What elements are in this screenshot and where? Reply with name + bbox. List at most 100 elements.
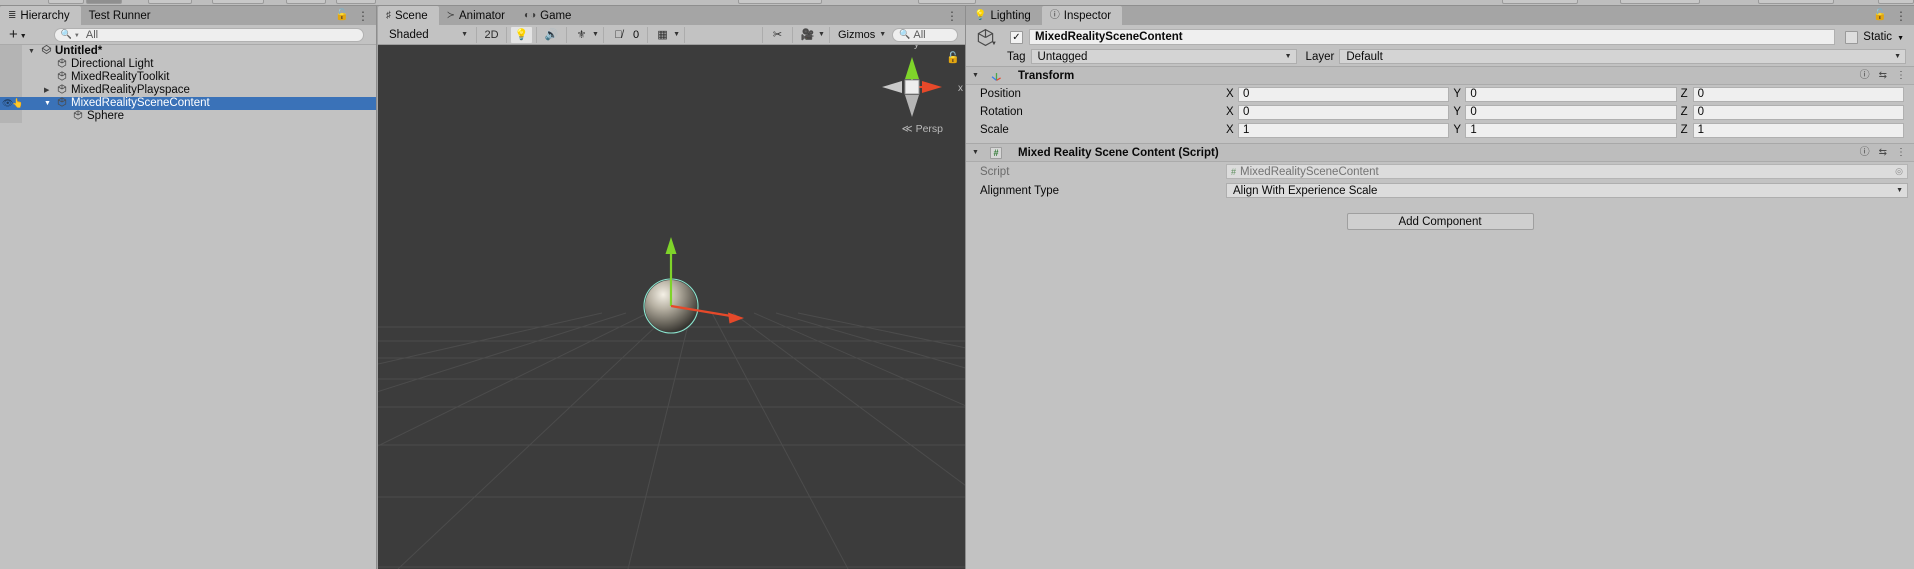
lock-icon[interactable]: 🔓 [946,51,960,64]
preset-icon[interactable]: ⇆ [1879,71,1887,81]
row-visibility-gutter[interactable] [0,58,22,71]
help-icon[interactable]: ⓘ [1860,148,1870,158]
object-name-input[interactable]: MixedRealitySceneContent [1029,29,1835,45]
chevron-down-icon[interactable]: ▼ [1897,35,1904,42]
toggle-2d-button[interactable]: 2D [476,27,506,43]
scale-x-input[interactable]: 1 [1238,123,1449,138]
layer-dropdown[interactable]: Default ▼ [1339,49,1906,64]
tab-scene[interactable]: ♯ Scene [378,6,439,25]
row-visibility-gutter[interactable] [0,71,22,84]
kebab-icon[interactable]: ⋮ [1895,10,1907,22]
perspective-label[interactable]: ≪ Persp [902,123,943,135]
tag-dropdown[interactable]: Untagged ▼ [1031,49,1297,64]
row-visibility-gutter[interactable] [0,45,22,58]
create-button[interactable]: + ▼ [6,27,30,42]
toolbar-button-group-3[interactable] [148,0,192,4]
hand-icon[interactable]: 👆 [12,98,23,109]
toolbar-button-group-9[interactable] [1620,0,1700,4]
rotation-y-input[interactable]: 0 [1465,105,1676,120]
script-label: Script [980,166,1226,178]
preset-icon[interactable]: ⇆ [1879,148,1887,158]
gizmo-cone-x[interactable] [922,81,942,93]
scissors-icon: ✂ [767,27,788,43]
scene-camera-dropdown[interactable]: 🎥 ▼ [792,27,829,43]
hierarchy-row-mixedrealityscenecontent[interactable]: 👁👆▼MixedRealitySceneContent [0,97,376,110]
hierarchy-row-directional-light[interactable]: Directional Light [0,58,376,71]
play-button-group[interactable] [738,0,822,4]
rotation-z-input[interactable]: 0 [1693,105,1904,120]
row-visibility-gutter[interactable] [0,110,22,123]
add-component-button[interactable]: Add Component [1347,213,1534,230]
toolbar-button-group-8[interactable] [1502,0,1578,4]
scene-search-input[interactable]: 🔍 All [892,28,958,42]
kebab-icon[interactable]: ⋮ [357,10,369,22]
toolbar-button-group-2[interactable] [86,0,122,4]
chevron-down-icon[interactable]: ▼ [972,149,986,156]
shading-mode-dropdown[interactable]: Shaded ▼ [380,27,476,43]
tab-hierarchy[interactable]: ≣ Hierarchy [0,6,81,25]
position-z-input[interactable]: 0 [1693,87,1904,102]
tab-lighting[interactable]: 💡 Lighting [966,6,1042,25]
hierarchy-search-input[interactable]: 🔍 ▼ All [54,28,364,42]
scene-fx-dropdown[interactable]: ⚜ ▼ [566,27,603,43]
hierarchy-row-untitled[interactable]: ▼Untitled* [0,45,376,58]
tab-animator[interactable]: ≻ Animator [439,6,516,25]
object-picker-icon[interactable]: ◎ [1895,166,1903,177]
scene-viewport[interactable]: y x ≪ Persp 🔓 [378,45,965,569]
kebab-icon[interactable]: ⋮ [1896,71,1906,81]
lock-icon[interactable]: 🔓 [335,10,349,21]
hidden-objects-toggle[interactable]: 👁̸ 0 [603,27,647,43]
script-object-field[interactable]: # MixedRealitySceneContent ◎ [1226,164,1908,179]
gizmo-cone-negy[interactable] [905,95,919,117]
toolbar-button-group-1[interactable] [48,0,84,4]
toolbar-button-group-11[interactable] [1878,0,1914,4]
gizmos-dropdown[interactable]: Gizmos ▼ [829,27,890,43]
scale-z-input[interactable]: 1 [1693,123,1904,138]
toolbar-button-group-5[interactable] [286,0,326,4]
selected-object-gizmo[interactable] [378,45,965,569]
expand-toggle-icon[interactable]: ▼ [28,45,35,58]
position-x-input[interactable]: 0 [1238,87,1449,102]
tab-inspector[interactable]: ⓘ Inspector [1042,6,1122,25]
scene-lighting-toggle[interactable]: 💡 [506,27,536,43]
expand-toggle-icon[interactable]: ▼ [44,97,51,110]
row-visibility-gutter[interactable] [0,84,22,97]
scene-tools-button[interactable]: ✂ [762,27,792,43]
gizmo-cone-negx[interactable] [882,81,902,93]
component-header-transform[interactable]: ▼ Transform ⓘ ⇆ ⋮ [966,66,1914,85]
object-enabled-checkbox[interactable]: ✓ [1010,31,1023,44]
kebab-icon[interactable]: ⋮ [1896,148,1906,158]
rotation-x-input[interactable]: 0 [1238,105,1449,120]
position-y-input[interactable]: 0 [1465,87,1676,102]
toolbar-button-group-6[interactable] [336,0,376,4]
gizmo-y-arrow[interactable] [666,237,677,254]
chevron-down-icon[interactable]: ▼ [972,72,986,79]
toolbar-button-group-10[interactable] [1758,0,1834,4]
kebab-icon[interactable]: ⋮ [946,10,958,22]
scene-orientation-gizmo[interactable] [876,51,948,123]
tab-lighting-label: Lighting [990,10,1030,22]
axis-z-label: Z [1681,106,1693,118]
hierarchy-row-sphere[interactable]: Sphere [0,110,376,123]
expand-toggle-icon[interactable]: ▶ [44,84,49,97]
grid-snap-dropdown[interactable]: ▦ ▼ [647,27,684,43]
gizmo-x-arrow[interactable] [728,313,744,324]
hidden-objects-count: 0 [629,29,643,41]
tab-game[interactable]: ◐◑ Game [516,6,582,25]
tab-test-runner[interactable]: Test Runner [81,6,162,25]
help-icon[interactable]: ⓘ [1860,71,1870,81]
scene-audio-toggle[interactable]: 🔊 [536,27,566,43]
component-header-script[interactable]: ▼ # Mixed Reality Scene Content (Script)… [966,143,1914,162]
gizmo-center-cube[interactable] [905,80,919,94]
toolbar-button-group-7[interactable] [918,0,976,4]
static-checkbox[interactable] [1845,31,1858,44]
hierarchy-row-mixedrealityplayspace[interactable]: ▶MixedRealityPlayspace [0,84,376,97]
lock-icon[interactable]: 🔓 [1873,10,1887,21]
hierarchy-row-mixedrealitytoolkit[interactable]: MixedRealityToolkit [0,71,376,84]
chevron-down-icon[interactable]: ▼ [991,41,997,47]
toolbar-button-group-4[interactable] [212,0,264,4]
static-toggle-group[interactable]: Static ▼ [1845,31,1908,44]
scale-y-input[interactable]: 1 [1465,123,1676,138]
alignment-type-dropdown[interactable]: Align With Experience Scale ▼ [1226,183,1908,198]
gizmo-cone-y[interactable] [905,57,919,79]
